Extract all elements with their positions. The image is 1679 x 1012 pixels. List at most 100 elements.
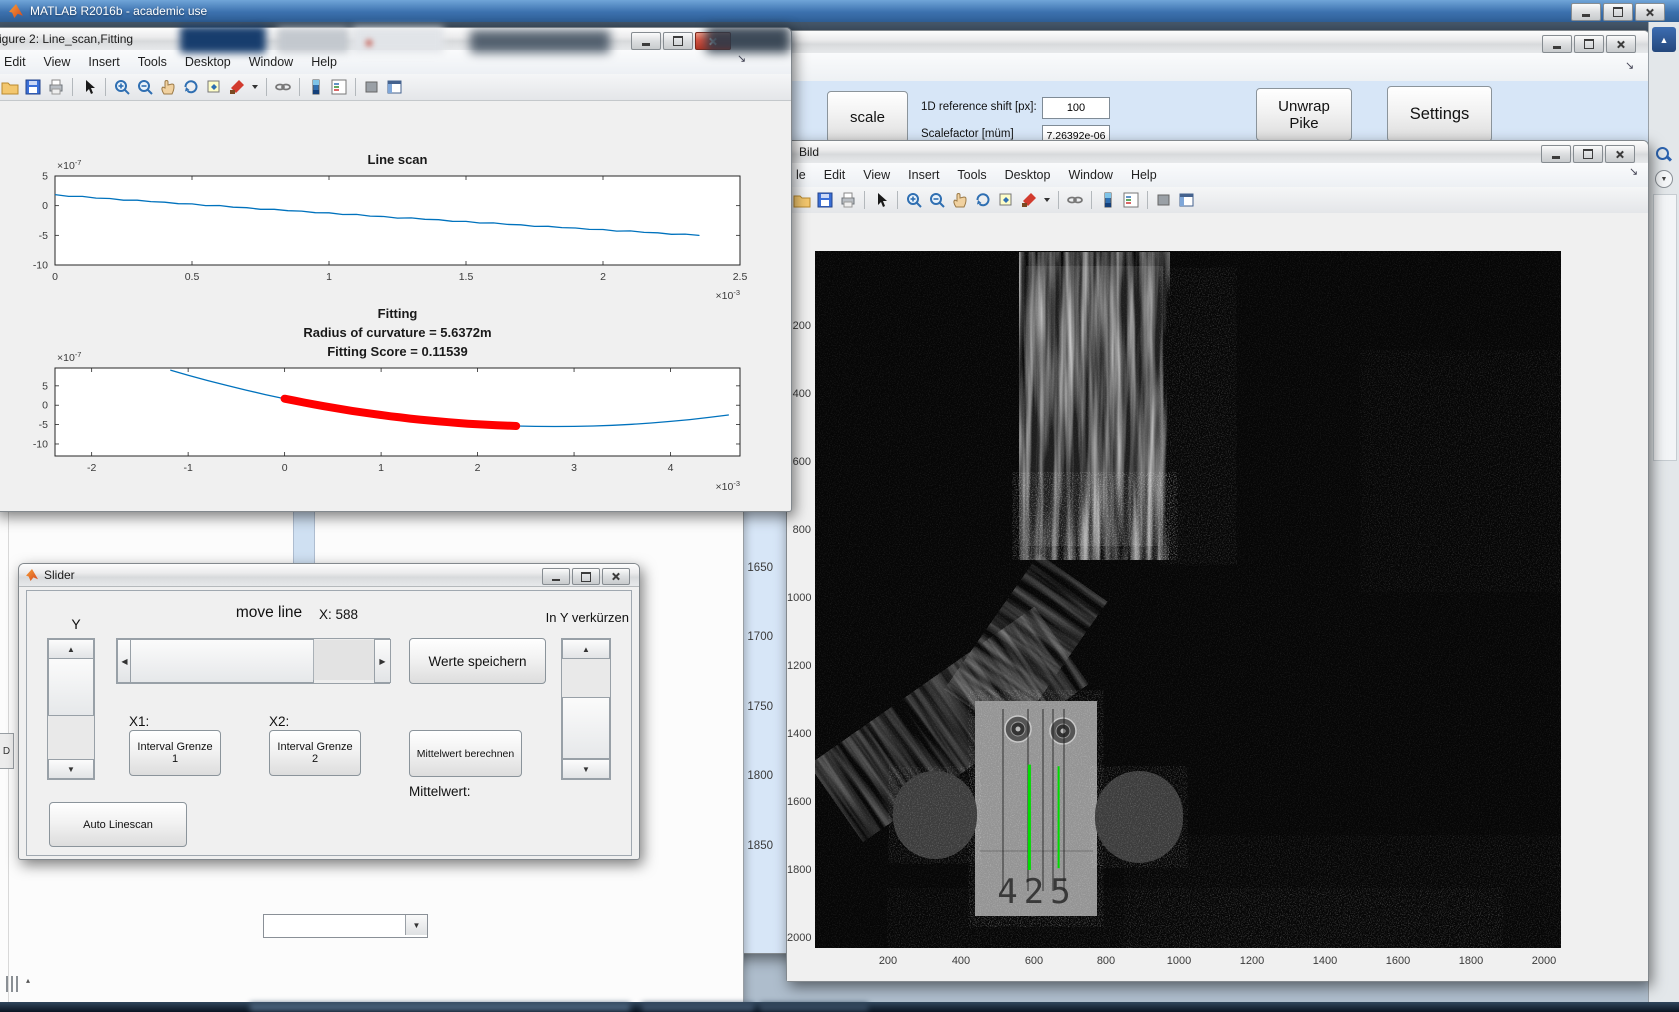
figure2-plots[interactable]: 00.511.522.550-5-10×10-7×10-3Line scan-2… [0,100,789,509]
insert-colorbar-icon[interactable] [1098,190,1118,210]
save-figure-icon[interactable] [23,77,43,97]
expand-down-icon[interactable]: ▼ [1655,170,1673,188]
link-plots-icon[interactable] [273,77,293,97]
settings-button[interactable]: Settings [1387,86,1492,142]
print-figure-icon[interactable] [46,77,66,97]
move-line-slider[interactable]: ◀ ▶ [116,638,390,684]
slider-minimize-button[interactable] [542,568,570,585]
figure2-minimize-button[interactable] [631,32,661,50]
show-plot-tools-icon[interactable] [385,77,405,97]
mittelwert-berechnen-button[interactable]: Mittelwert berechnen [409,730,522,777]
bild-minimize-button[interactable] [1541,145,1571,163]
rotate-3d-icon[interactable] [181,77,201,97]
figure2-menu-edit[interactable]: Edit [0,52,35,72]
figure2-menu-help[interactable]: Help [302,52,346,72]
slider-right-arrow[interactable]: ▶ [374,639,391,683]
brush-dropdown-caret-icon[interactable] [250,77,260,97]
main-close-button[interactable] [1635,3,1665,21]
save-values-button[interactable]: Werte speichern [409,638,546,684]
bild-restore-button[interactable] [1573,145,1603,163]
pan-hand-icon[interactable] [158,77,178,97]
gui-dock-icon[interactable]: ↘ [1625,61,1634,72]
slider-close-button[interactable] [602,568,630,585]
gui-scrollbar-strip[interactable] [293,506,315,570]
bild-menu-desktop[interactable]: Desktop [996,165,1060,185]
figure2-menu-window[interactable]: Window [240,52,302,72]
open-file-icon[interactable] [792,190,812,210]
insert-legend-icon[interactable] [1121,190,1141,210]
insert-colorbar-icon[interactable] [306,77,326,97]
taskbar-item[interactable] [642,1003,754,1011]
bild-dock-icon[interactable]: ↘ [1629,167,1638,178]
dropdown-arrow-button[interactable]: ▼ [405,915,427,935]
zoom-out-icon[interactable] [135,77,155,97]
print-figure-icon[interactable] [838,190,858,210]
brush-data-icon[interactable] [227,77,247,97]
status-grip[interactable]: ▴ [6,974,46,994]
edit-plot-pointer-icon[interactable] [79,77,99,97]
slider-thumb[interactable] [130,639,314,683]
bild-menu-tools[interactable]: Tools [948,165,995,185]
value-dropdown[interactable]: ▼ [263,914,428,938]
insert-legend-icon[interactable] [329,77,349,97]
rotate-3d-icon[interactable] [973,190,993,210]
data-cursor-icon[interactable] [204,77,224,97]
slider-trough[interactable] [313,640,374,680]
show-plot-tools-icon[interactable] [1177,190,1197,210]
link-plots-icon[interactable] [1065,190,1085,210]
bild-close-button[interactable] [1605,145,1635,163]
bild-menu-window[interactable]: Window [1059,165,1121,185]
hide-plot-tools-icon[interactable] [362,77,382,97]
figure2-dock-icon[interactable]: ↘ [737,54,746,65]
figure2-menu-view[interactable]: View [35,52,80,72]
unwrap-pike-button[interactable]: Unwrap Pike [1256,88,1352,141]
gui-minimize-button[interactable] [1542,35,1572,53]
interval-grenze1-button[interactable]: Interval Grenze 1 [129,730,221,776]
collapse-up-button[interactable]: ▲ [1652,27,1676,52]
y-slider-left[interactable]: ▲ ▼ [47,638,95,780]
interferogram-image[interactable]: 425 [815,251,1561,948]
y-slider-down-button[interactable]: ▼ [48,759,94,779]
figure2-menu-desktop[interactable]: Desktop [176,52,240,72]
open-file-icon[interactable] [0,77,20,97]
taskbar-item[interactable] [760,1003,868,1011]
zoom-out-icon[interactable] [927,190,947,210]
collapsed-side-tab[interactable]: D [0,733,14,769]
bild-menu-help[interactable]: Help [1122,165,1166,185]
main-minimize-button[interactable] [1571,3,1601,21]
y-slider-up-button[interactable]: ▲ [48,639,94,659]
gui-restore-button[interactable] [1574,35,1604,53]
main-restore-button[interactable] [1603,3,1633,21]
bild-menu-insert[interactable]: Insert [899,165,948,185]
interval-grenze2-button[interactable]: Interval Grenze 2 [269,730,361,776]
zoom-in-icon[interactable] [112,77,132,97]
taskbar-item[interactable] [250,1003,630,1011]
scale-button[interactable]: scale [827,91,908,143]
bild-titlebar[interactable]: Bild [787,141,1648,164]
data-cursor-icon[interactable] [996,190,1016,210]
bild-menu-view[interactable]: View [854,165,899,185]
y2-slider-thumb[interactable] [562,697,610,759]
figure2-restore-button[interactable] [663,32,693,50]
sidebar-panel-strip[interactable] [1653,194,1677,461]
pan-hand-icon[interactable] [950,190,970,210]
brush-dropdown-caret-icon[interactable] [1042,190,1052,210]
save-figure-icon[interactable] [815,190,835,210]
figure2-menu-tools[interactable]: Tools [129,52,176,72]
taskbar[interactable] [0,1002,1679,1012]
edit-plot-pointer-icon[interactable] [871,190,891,210]
zoom-in-icon[interactable] [904,190,924,210]
hide-plot-tools-icon[interactable] [1154,190,1174,210]
bild-menu-edit[interactable]: Edit [815,165,855,185]
search-icon[interactable] [1655,146,1673,164]
brush-data-icon[interactable] [1019,190,1039,210]
gui-close-button[interactable] [1606,35,1636,53]
auto-linescan-button[interactable]: Auto Linescan [49,802,187,847]
slider-restore-button[interactable] [572,568,600,585]
figure2-menu-insert[interactable]: Insert [79,52,128,72]
ref-shift-input[interactable] [1042,97,1110,119]
y-slider-right[interactable]: ▲ ▼ [561,638,611,780]
y-slider-thumb[interactable] [48,658,94,716]
y2-slider-down-button[interactable]: ▼ [562,759,610,779]
y2-slider-up-button[interactable]: ▲ [562,639,610,659]
